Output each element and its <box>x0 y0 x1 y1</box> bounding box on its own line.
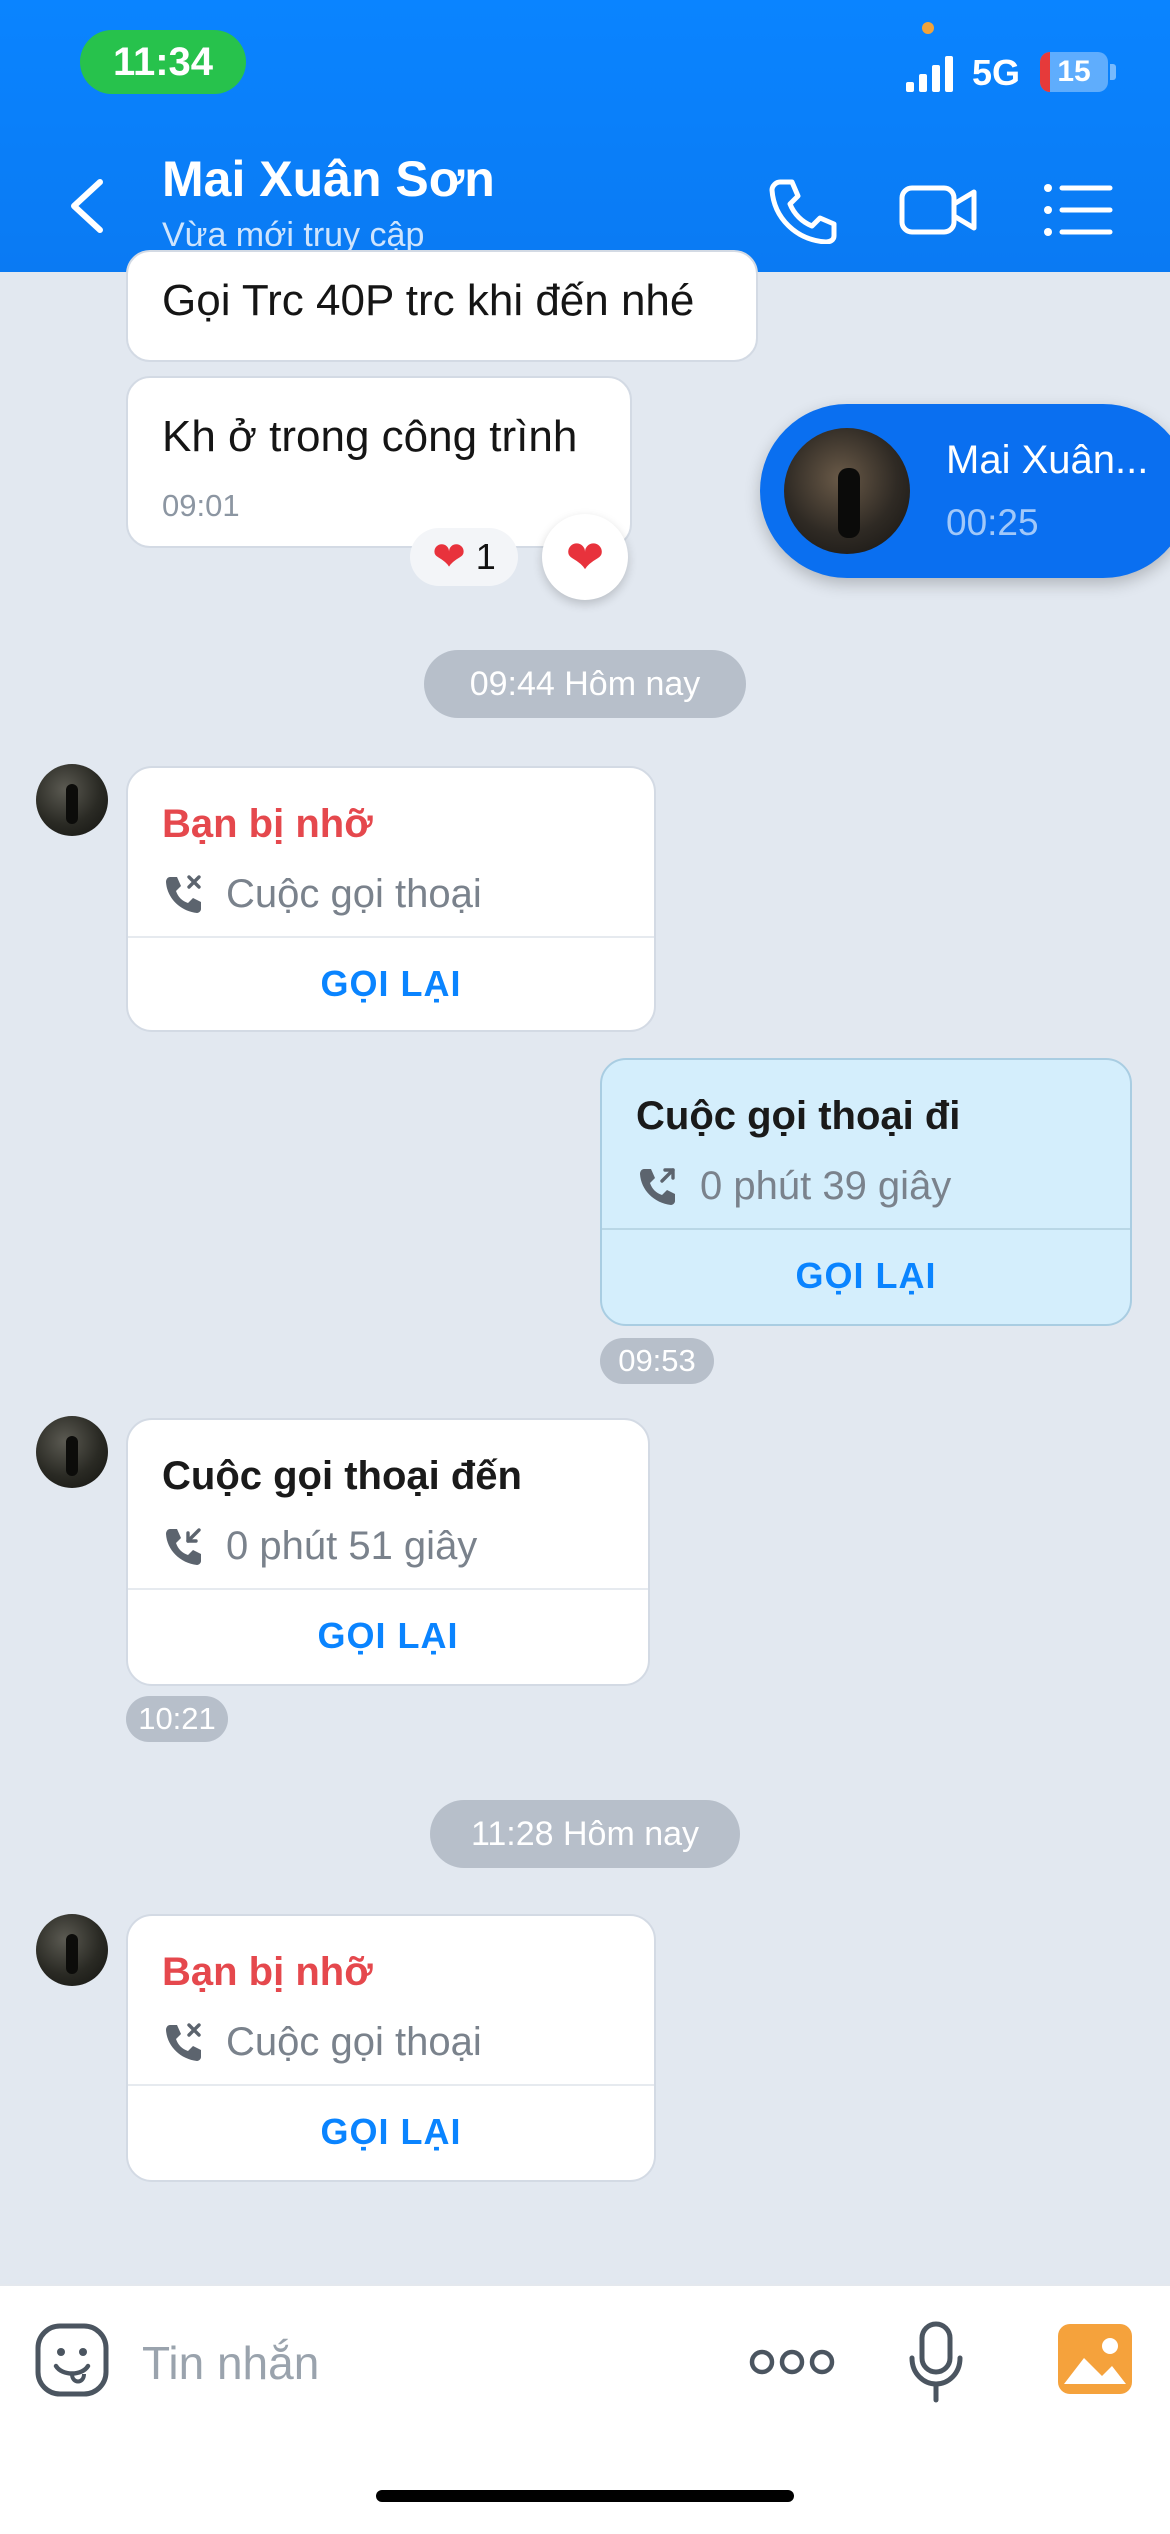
battery-icon: 15 <box>1040 52 1108 92</box>
floating-call-name: Mai Xuân... <box>946 438 1149 482</box>
floating-call-widget[interactable]: Mai Xuân... 00:25 <box>760 404 1170 578</box>
status-time: 11:34 <box>80 30 246 94</box>
sticker-icon[interactable] <box>34 2322 110 2398</box>
menu-icon[interactable] <box>1038 174 1118 244</box>
missed-call-card: Bạn bị nhỡ Cuộc gọi thoại GỌI LẠI <box>126 1914 656 2182</box>
heart-icon: ❤ <box>432 535 466 579</box>
missed-call-icon <box>166 2023 201 2061</box>
outgoing-call-icon <box>640 1168 675 1205</box>
call-subtitle-text: Cuộc gọi thoại <box>226 871 482 916</box>
call-subtitle: Cuộc gọi thoại <box>162 2016 482 2068</box>
outgoing-call-card: Cuộc gọi thoại đi 0 phút 39 giây GỌI LẠI <box>600 1058 1132 1326</box>
call-back-button[interactable]: GỌI LẠI <box>128 938 654 1030</box>
contact-name[interactable]: Mai Xuân Sơn <box>162 150 495 208</box>
call-subtitle: 0 phút 51 giây <box>162 1520 477 1572</box>
call-title: Bạn bị nhỡ <box>162 1950 373 1994</box>
message-bubble[interactable]: Kh ở trong công trình 09:01 <box>126 376 632 548</box>
call-back-button[interactable]: GỌI LẠI <box>128 2086 654 2178</box>
incoming-call-icon <box>166 1528 201 1565</box>
call-subtitle-text: Cuộc gọi thoại <box>226 2019 482 2064</box>
message-time: 10:21 <box>126 1696 228 1742</box>
privacy-indicator <box>922 22 934 34</box>
call-subtitle-text: 0 phút 51 giây <box>226 1523 478 1568</box>
incoming-call-card: Cuộc gọi thoại đến 0 phút 51 giây GỌI LẠ… <box>126 1418 650 1686</box>
call-title: Cuộc gọi thoại đi <box>636 1094 961 1138</box>
call-back-button[interactable]: GỌI LẠI <box>602 1230 1130 1322</box>
battery-cap <box>1110 64 1116 80</box>
message-text: Kh ở trong công trình <box>162 412 578 461</box>
microphone-icon[interactable] <box>906 2320 966 2404</box>
battery-level: 15 <box>1057 55 1091 88</box>
avatar[interactable] <box>36 1416 108 1488</box>
react-button[interactable]: ❤ <box>542 514 628 600</box>
photo-icon[interactable] <box>1058 2324 1132 2394</box>
more-options-icon[interactable] <box>748 2342 836 2382</box>
message-bubble[interactable]: Gọi Trc 40P trc khi đến nhé <box>126 250 758 362</box>
call-back-button[interactable]: GỌI LẠI <box>128 1590 648 1682</box>
floating-call-duration: 00:25 <box>946 502 1039 543</box>
home-indicator <box>376 2490 794 2502</box>
reaction-count[interactable]: ❤ 1 <box>410 528 518 586</box>
message-input[interactable] <box>140 2326 704 2400</box>
phone-icon[interactable] <box>762 174 842 244</box>
missed-call-card: Bạn bị nhỡ Cuộc gọi thoại GỌI LẠI <box>126 766 656 1032</box>
call-subtitle: 0 phút 39 giây <box>636 1160 951 1212</box>
message-time: 09:01 <box>162 488 240 523</box>
date-separator: 09:44 Hôm nay <box>424 650 746 718</box>
call-subtitle: Cuộc gọi thoại <box>162 868 482 920</box>
avatar[interactable] <box>36 1914 108 1986</box>
reaction-count-label: 1 <box>475 536 496 577</box>
call-title: Bạn bị nhỡ <box>162 802 373 846</box>
avatar[interactable] <box>36 764 108 836</box>
message-text: Gọi Trc 40P trc khi đến nhé <box>162 276 695 325</box>
avatar <box>784 428 910 554</box>
heart-icon: ❤ <box>565 531 605 583</box>
back-icon[interactable] <box>60 174 116 238</box>
message-time: 09:53 <box>600 1338 714 1384</box>
video-icon[interactable] <box>898 174 978 244</box>
chat-header: 11:34 5G 15 Mai Xuân Sơn Vừa mới truy cậ… <box>0 0 1170 272</box>
missed-call-icon <box>166 875 201 913</box>
call-subtitle-text: 0 phút 39 giây <box>700 1163 952 1208</box>
date-separator: 11:28 Hôm nay <box>430 1800 740 1868</box>
signal-icon <box>906 56 953 92</box>
network-label: 5G <box>972 52 1021 93</box>
call-title: Cuộc gọi thoại đến <box>162 1454 522 1498</box>
